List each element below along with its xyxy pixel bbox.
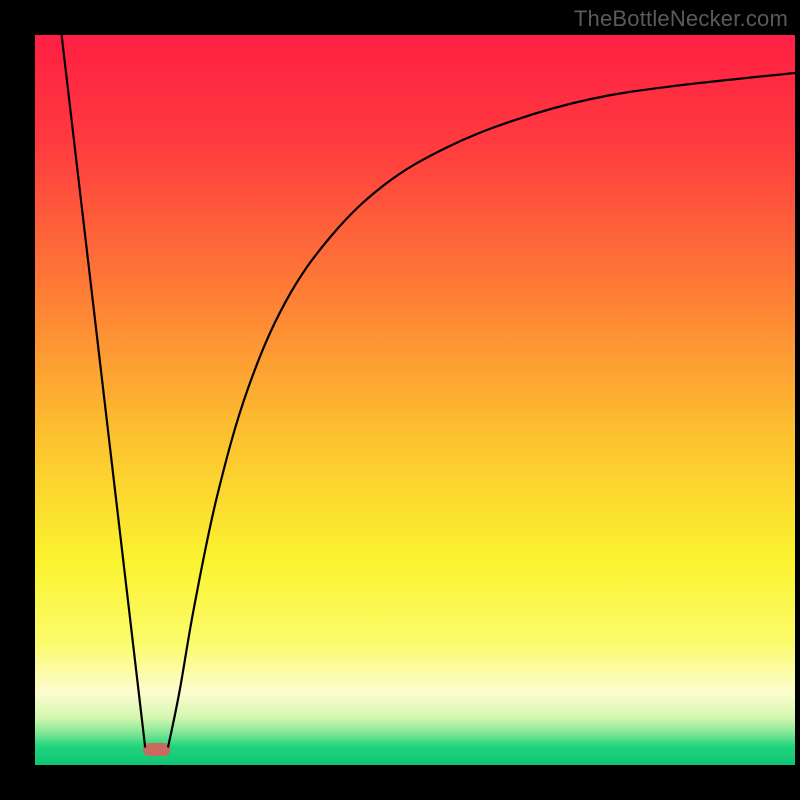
watermark-text: TheBottleNecker.com	[574, 6, 788, 32]
dip-marker	[143, 743, 170, 756]
chart-background	[35, 35, 795, 765]
chart-frame: TheBottleNecker.com	[0, 0, 800, 800]
chart-plot	[35, 35, 795, 765]
